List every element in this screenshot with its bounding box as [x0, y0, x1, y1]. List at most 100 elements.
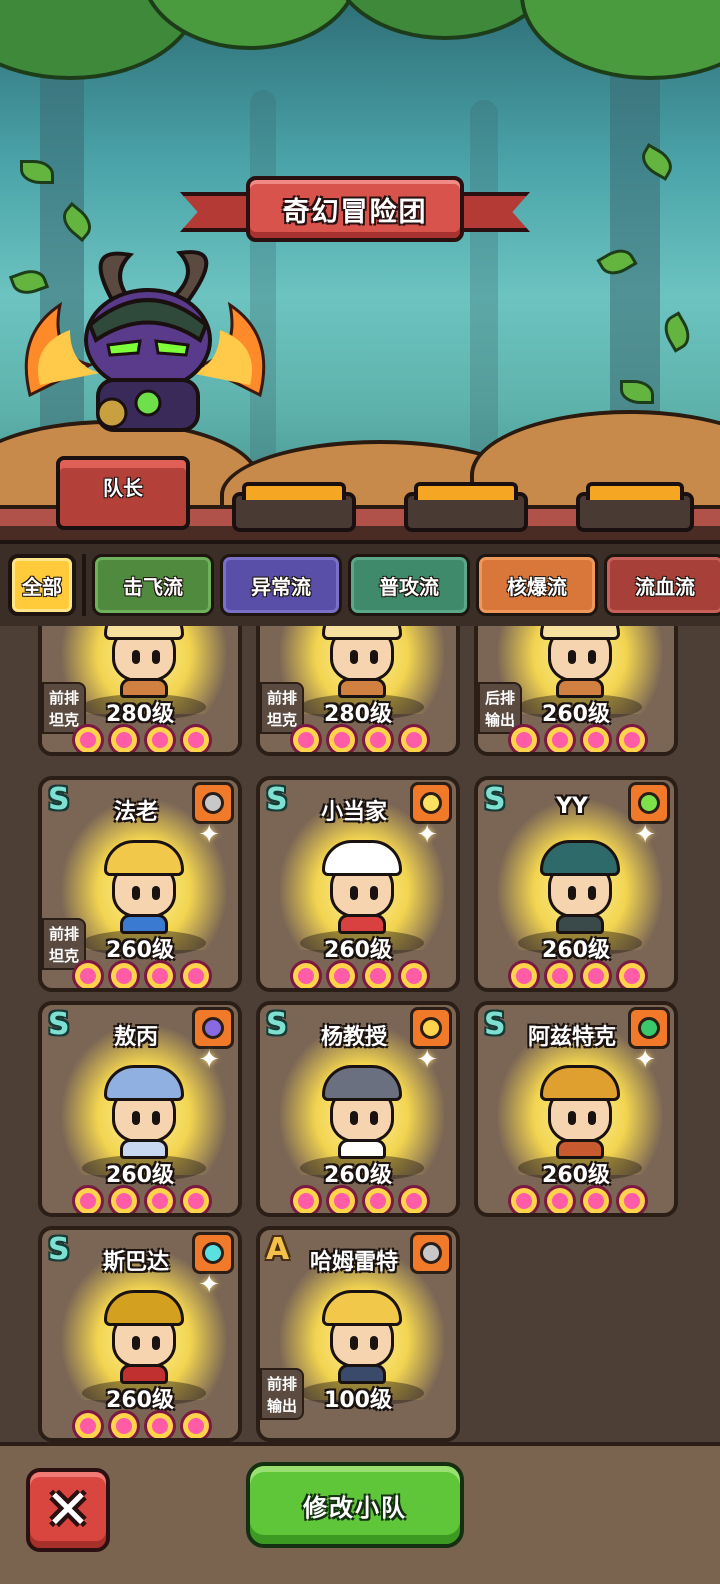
star-icon: [108, 1185, 140, 1213]
position-row: 前排: [48, 689, 79, 707]
hero-headgear: [322, 626, 402, 640]
position-row: 前排: [266, 1375, 297, 1393]
star-rating: [508, 724, 648, 752]
hero-eye: [350, 1336, 358, 1350]
hero-name: 敖丙: [113, 1025, 158, 1050]
star-icon: [544, 1185, 576, 1213]
star-icon: [398, 960, 430, 988]
leader-hero-portrait[interactable]: [20, 245, 270, 455]
tab-label: 击飞流: [123, 574, 183, 599]
hero-portrait: [98, 1063, 190, 1159]
hero-card[interactable]: S 斯巴达 ✦ 260级: [38, 1226, 242, 1442]
tab-divider: [82, 554, 86, 616]
sparkle-icon: ✦: [416, 820, 438, 850]
tab-basic-attack[interactable]: 普攻流: [348, 554, 470, 616]
hero-eye: [588, 1111, 596, 1125]
leader-label: 队长: [103, 476, 143, 500]
hero-eye: [568, 886, 576, 900]
star-rating: [508, 960, 648, 988]
star-icon: [362, 724, 394, 752]
star-icon: [398, 1185, 430, 1213]
hero-eye: [132, 1336, 140, 1350]
star-icon: [290, 960, 322, 988]
tab-bleed[interactable]: 流血流: [604, 554, 720, 616]
star-icon: [290, 724, 322, 752]
hero-card[interactable]: S 杨教授 ✦ 260级: [256, 1001, 460, 1217]
equipment-gem: [202, 1242, 224, 1264]
star-icon: [326, 1185, 358, 1213]
hero-grid[interactable]: 280级 前排 坦克 280级 前排 坦克 260级 后排 输出 S 法老 ✦ 260级 前排 坦克 S 小当家…: [0, 626, 720, 1442]
hero-portrait: [98, 838, 190, 934]
equipment-gem: [420, 1017, 442, 1039]
position-role: 输出: [266, 1397, 297, 1415]
star-icon: [180, 1185, 212, 1213]
star-icon: [580, 724, 612, 752]
hero-eye: [370, 1336, 378, 1350]
hero-portrait: [98, 626, 190, 698]
tab-label: 普攻流: [379, 574, 439, 599]
leader-slot[interactable]: 队长: [56, 456, 190, 530]
rarity-badge: A: [266, 1232, 290, 1267]
hero-headgear: [322, 1065, 402, 1101]
hero-card[interactable]: 280级 前排 坦克: [38, 626, 242, 756]
empty-team-slot[interactable]: [576, 482, 694, 532]
hero-portrait: [534, 838, 626, 934]
hero-card[interactable]: 280级 前排 坦克: [256, 626, 460, 756]
rarity-badge: S: [48, 782, 70, 817]
empty-team-slot[interactable]: [232, 482, 356, 532]
star-icon: [72, 1185, 104, 1213]
hero-eye: [132, 1111, 140, 1125]
star-icon: [508, 1185, 540, 1213]
hero-eye: [370, 886, 378, 900]
green-orb-icon: [628, 782, 670, 824]
hero-eye: [588, 650, 596, 664]
hero-headgear: [540, 626, 620, 640]
sparkle-icon: ✦: [198, 1270, 220, 1300]
star-icon: [290, 1185, 322, 1213]
hero-card[interactable]: A 哈姆雷特 100级 前排 输出: [256, 1226, 460, 1442]
hero-eye: [370, 1111, 378, 1125]
hero-eye: [132, 650, 140, 664]
team-title: 奇幻冒险团: [282, 196, 428, 228]
hero-eye: [568, 650, 576, 664]
star-rating: [72, 1410, 212, 1438]
close-button[interactable]: ✕: [26, 1468, 110, 1552]
hero-headgear: [104, 1290, 184, 1326]
hero-card[interactable]: S 法老 ✦ 260级 前排 坦克: [38, 776, 242, 992]
hero-card[interactable]: S YY ✦ 260级: [474, 776, 678, 992]
sparkle-icon: ✦: [634, 820, 656, 850]
empty-team-slot[interactable]: [404, 482, 528, 532]
star-icon: [72, 1410, 104, 1438]
sparkle-icon: ✦: [198, 820, 220, 850]
tab-all[interactable]: 全部: [8, 554, 76, 616]
sparkle-icon: ✦: [198, 1045, 220, 1075]
hero-body: [556, 678, 604, 698]
tab-knockup[interactable]: 击飞流: [92, 554, 214, 616]
hero-card[interactable]: S 敖丙 ✦ 260级: [38, 1001, 242, 1217]
hero-card[interactable]: S 阿兹特克 ✦ 260级: [474, 1001, 678, 1217]
tab-status[interactable]: 异常流: [220, 554, 342, 616]
star-icon: [326, 724, 358, 752]
hero-body: [556, 914, 604, 934]
hero-body: [338, 914, 386, 934]
green-gem-icon: [628, 1007, 670, 1049]
hero-name: 阿兹特克: [527, 1025, 616, 1050]
hero-eye: [350, 886, 358, 900]
hero-eye: [152, 1336, 160, 1350]
hero-headgear: [322, 1290, 402, 1326]
modify-team-label: 修改小队: [303, 1493, 407, 1522]
banner-plate: 奇幻冒险团: [246, 176, 464, 242]
hero-card[interactable]: S 小当家 ✦ 260级: [256, 776, 460, 992]
equipment-gem: [638, 792, 660, 814]
canopy-foliage: [520, 0, 720, 80]
hero-card[interactable]: 260级 后排 输出: [474, 626, 678, 756]
tab-nuke[interactable]: 核爆流: [476, 554, 598, 616]
position-tag: 前排 输出: [260, 1368, 304, 1420]
tab-label: 全部: [22, 574, 62, 599]
position-row: 后排: [484, 689, 515, 707]
equipment-gem: [202, 1017, 224, 1039]
star-icon: [616, 724, 648, 752]
star-icon: [144, 1185, 176, 1213]
hero-eye: [370, 650, 378, 664]
modify-team-button[interactable]: 修改小队: [246, 1462, 464, 1548]
